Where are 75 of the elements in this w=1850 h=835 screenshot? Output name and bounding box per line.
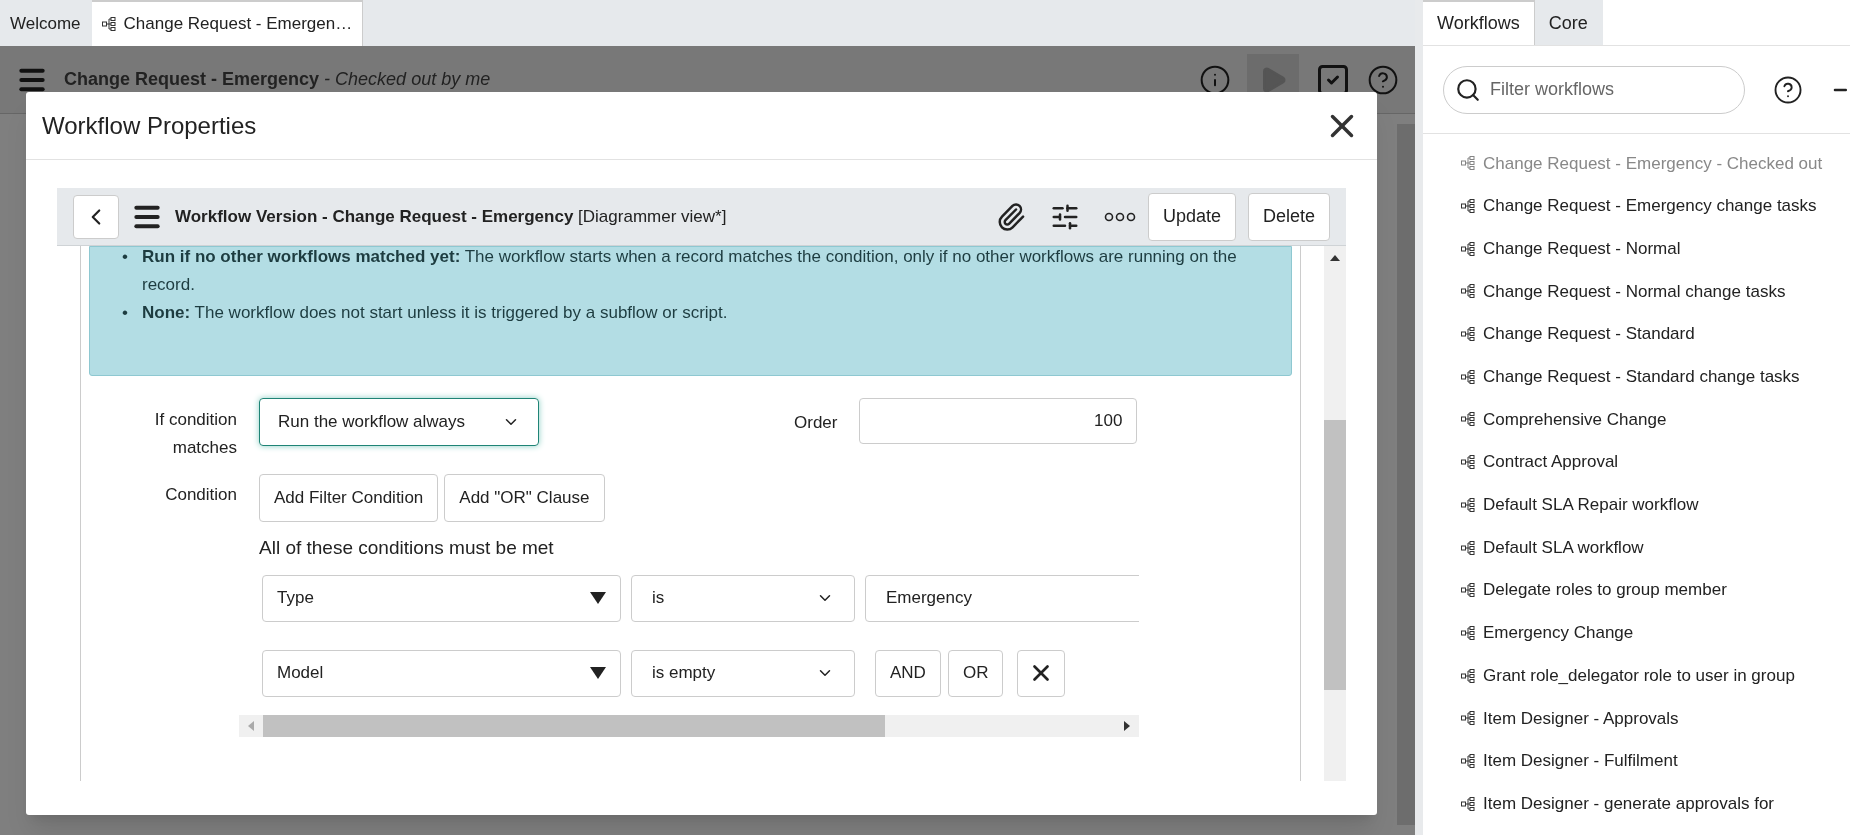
workflow-item[interactable]: Emergency Change [1461, 611, 1850, 655]
workflow-item[interactable]: Contract Approval [1461, 440, 1850, 484]
search-field[interactable]: Filter workflows [1443, 65, 1746, 114]
scrollbar[interactable] [1397, 124, 1415, 825]
horizontal-scrollbar[interactable] [239, 714, 1139, 737]
panel-tab[interactable]: Workflows [1423, 0, 1535, 45]
workflow-icon [101, 17, 116, 31]
arrow-up-icon [1330, 255, 1340, 261]
workflow-item[interactable]: Item Designer - Approvals [1461, 696, 1850, 740]
value-field[interactable]: Emergency [865, 574, 1139, 622]
workflow-icon [1461, 412, 1475, 427]
search-icon [1455, 76, 1481, 103]
field-label: Condition [164, 484, 238, 506]
workflow-icon [1461, 796, 1475, 811]
workflow-title: Change Request - Emergency - Checked out by me [64, 68, 491, 91]
info-text: None: The workflow does not start unless it is triggered by a subflow or script. [142, 302, 728, 324]
back-button[interactable] [73, 194, 119, 239]
workflow-icon [1461, 156, 1475, 171]
triangle-down-icon [590, 667, 606, 679]
arrow-right-icon [1124, 720, 1130, 731]
operator-select[interactable]: is [631, 574, 855, 622]
workflow-item[interactable]: Default SLA Repair workflow [1461, 483, 1850, 527]
logic-button[interactable]: OR [947, 649, 1004, 697]
workflow-icon [1461, 369, 1475, 384]
order-field[interactable]: 100 [859, 398, 1138, 444]
workflow-item[interactable]: Item Designer - Fulfilment [1461, 739, 1850, 783]
workflow-icon [1461, 199, 1475, 214]
panel-tab[interactable]: Core [1534, 0, 1603, 45]
workflow-item[interactable]: Change Request - Standard [1461, 312, 1850, 356]
vertical-scrollbar[interactable] [1324, 246, 1346, 781]
arrow-left-icon [248, 720, 254, 731]
condition-select[interactable]: Run the workflow always [259, 398, 539, 446]
triangle-down-icon [590, 592, 606, 604]
filter-button[interactable]: Add "OR" Clause [444, 474, 605, 522]
scrollbar-thumb[interactable] [263, 714, 885, 737]
workflow-icon [1461, 241, 1475, 256]
filter-button[interactable]: Add Filter Condition [259, 474, 439, 522]
more-icon[interactable] [1103, 211, 1136, 222]
workflow-item[interactable]: Default SLA workflow [1461, 526, 1850, 569]
workflow-item[interactable]: Change Request - Emergency change tasks [1461, 184, 1850, 228]
workflow-item[interactable]: Delegate roles to group member [1461, 568, 1850, 612]
toolbar-button[interactable]: Delete [1247, 192, 1330, 241]
field-label: Order [794, 412, 838, 434]
workflow-icon [1461, 583, 1475, 598]
workflow-icon [1461, 455, 1475, 470]
workflow-icon [1461, 327, 1475, 342]
workflow-item[interactable]: Grant role_delegator role to user in group [1461, 654, 1850, 697]
workflow-item[interactable]: Item Designer - generate approvals for [1461, 782, 1850, 825]
tab[interactable]: Change Request - Emergen… [91, 0, 364, 46]
workflow-icon [1461, 284, 1475, 299]
workflow-item[interactable]: Change Request - Normal change tasks [1461, 270, 1850, 313]
form-title: Workflow Version - Change Request - Emergency [Diagrammer view*] [175, 205, 727, 228]
conditions-note: All of these conditions must be met [259, 536, 555, 560]
field-label: If condition matches [153, 409, 238, 459]
bullet: • [122, 302, 129, 324]
workflow-item[interactable]: Change Request - Standard change tasks [1461, 355, 1850, 399]
workflow-icon [1461, 625, 1475, 640]
toolbar-button[interactable]: Update [1147, 192, 1236, 241]
workflow-icon [1461, 753, 1475, 768]
workflow-icon [1461, 540, 1475, 555]
operator-select[interactable]: is empty [631, 649, 855, 697]
remove-button[interactable] [1017, 649, 1066, 697]
field-select[interactable]: Model [262, 649, 621, 697]
field-select[interactable]: Type [262, 574, 621, 622]
dialog-title: Workflow Properties [42, 110, 257, 141]
logic-button[interactable]: AND [875, 649, 941, 697]
workflow-icon [1461, 497, 1475, 512]
workflow-item[interactable]: Comprehensive Change [1461, 398, 1850, 441]
workflow-icon [1461, 668, 1475, 683]
workflow-item[interactable]: Change Request - Normal [1461, 227, 1850, 271]
bullet: • [122, 246, 129, 268]
info-text: Run if no other workflows matched yet: The workflow starts when a record matches the condition, only if no other workflows are running on the record. [142, 246, 1238, 296]
workflow-icon [1461, 711, 1475, 726]
scrollbar-thumb[interactable] [1324, 420, 1346, 690]
help-icon[interactable] [1367, 63, 1399, 96]
